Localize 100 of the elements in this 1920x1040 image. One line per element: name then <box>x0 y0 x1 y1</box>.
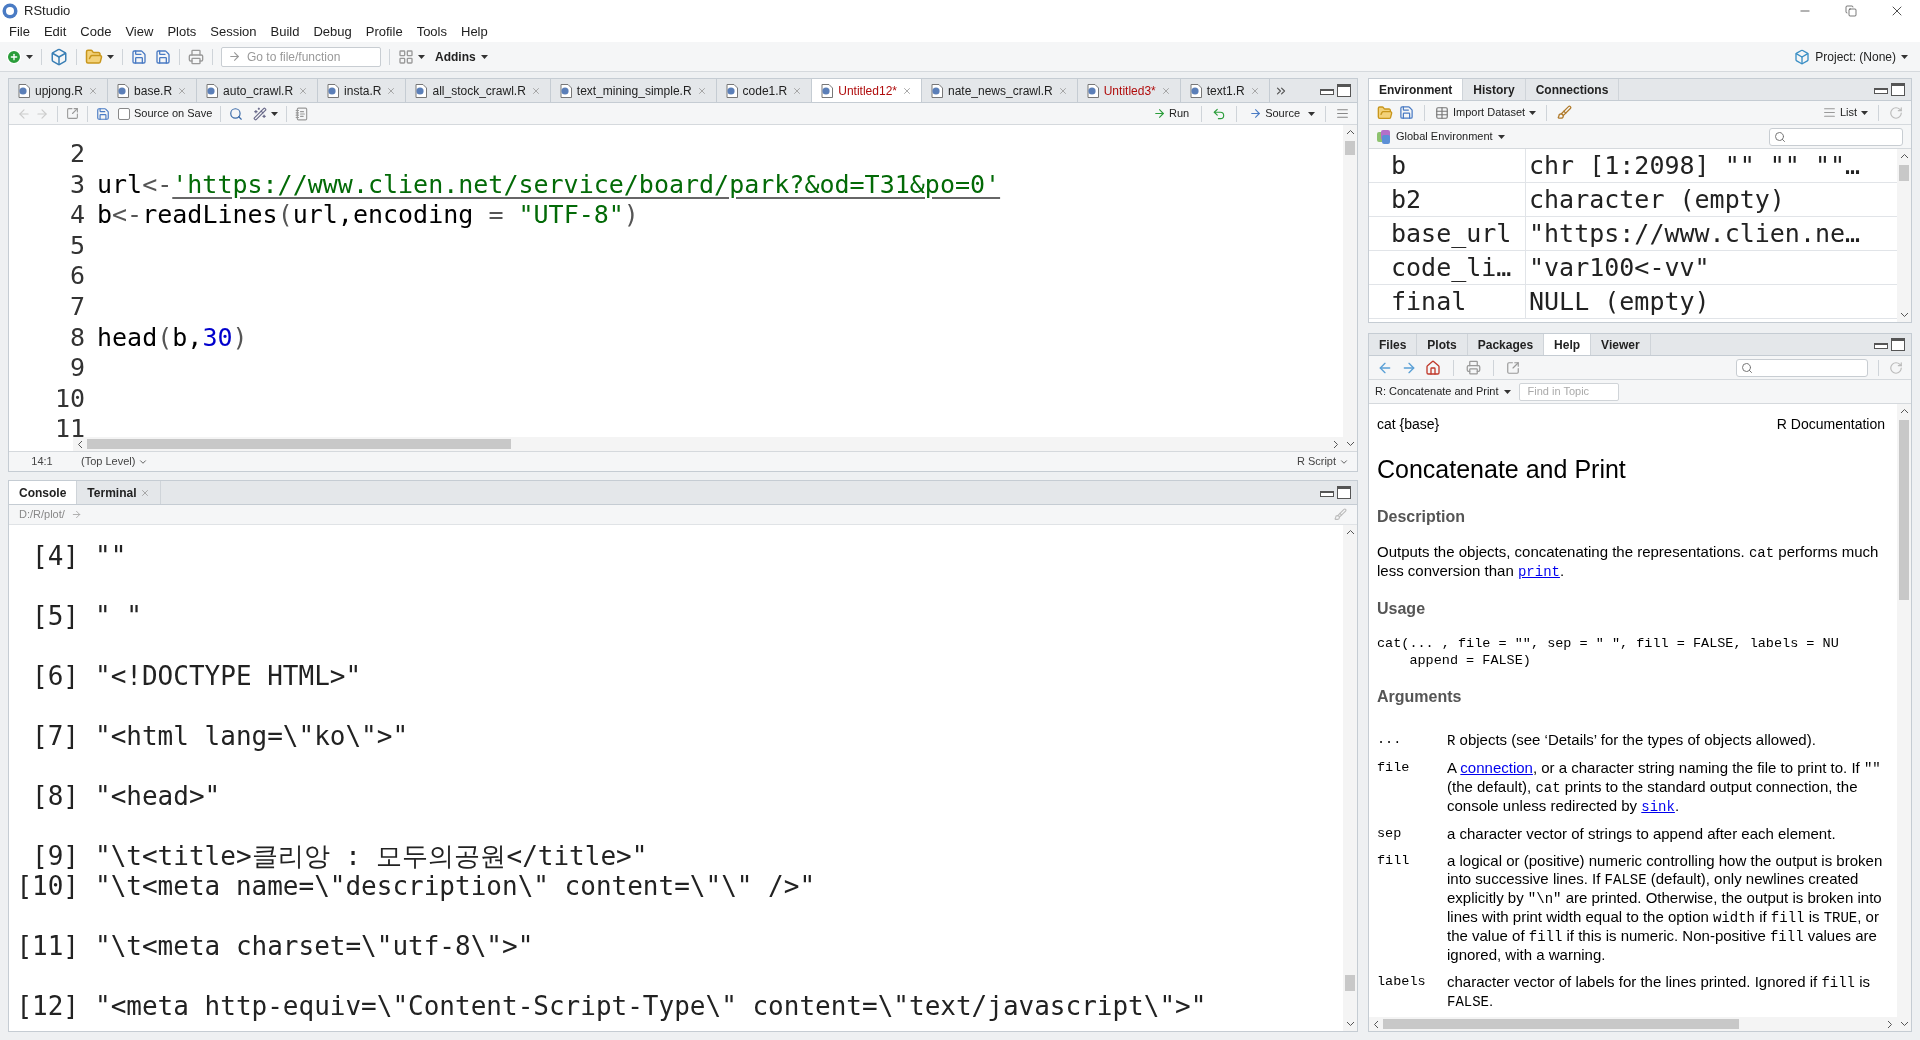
menu-item[interactable]: Build <box>263 22 307 42</box>
menu-item[interactable]: Plots <box>160 22 204 42</box>
scroll-down-icon[interactable] <box>1899 312 1909 318</box>
notebook-icon[interactable] <box>295 106 310 121</box>
usage-code: cat(... , file = "", sep = " ", fill = FALSE, labels = NU append = FALSE) <box>1377 634 1840 669</box>
close-tab-icon[interactable] <box>696 85 707 96</box>
refresh-icon[interactable] <box>1889 360 1903 375</box>
help-link[interactable]: sink <box>1641 798 1675 815</box>
scroll-left-icon[interactable] <box>1373 1019 1379 1029</box>
load-workspace-icon[interactable] <box>1377 104 1393 121</box>
search-field[interactable] <box>1736 358 1868 377</box>
scroll-right-icon[interactable] <box>1333 439 1339 449</box>
dropdown-caret-icon <box>1503 389 1511 394</box>
menu-item[interactable]: Code <box>73 22 119 42</box>
close-tab-icon[interactable] <box>177 85 188 96</box>
go-to-directory-icon[interactable] <box>70 509 82 520</box>
argument-description: A connection, or a character string naming the file to print to. If "" (the default), cat prints to the standard output connection, the console unless redirected by sink. <box>1447 758 1882 816</box>
new-file-icon[interactable] <box>6 48 22 65</box>
close-tab-icon[interactable] <box>1160 85 1171 96</box>
close-tab-icon[interactable] <box>530 85 541 96</box>
search-icon[interactable] <box>229 106 244 121</box>
output-index: [5] <box>31 601 79 631</box>
magic-wand-icon[interactable] <box>253 106 268 121</box>
scroll-up-icon[interactable] <box>1899 153 1909 159</box>
scroll-down-icon[interactable] <box>1345 441 1355 447</box>
maximize-pane-icon[interactable] <box>1891 338 1905 351</box>
editor-tab[interactable]: Untitled12* <box>812 79 922 102</box>
source-button[interactable]: Source <box>1247 105 1302 122</box>
scrollbar-thumb[interactable] <box>1899 420 1909 600</box>
back-icon[interactable] <box>17 106 31 121</box>
menu-item[interactable]: Tools <box>409 22 454 42</box>
scroll-up-icon[interactable] <box>1345 129 1355 135</box>
addins-menu[interactable]: Addins <box>435 47 488 66</box>
pane-layout-icon[interactable] <box>398 48 414 65</box>
save-icon[interactable] <box>131 48 147 65</box>
close-tab-icon[interactable] <box>386 85 397 96</box>
menu-item[interactable]: Debug <box>306 22 359 42</box>
output-index: [4] <box>31 541 79 571</box>
save-icon[interactable] <box>96 106 110 121</box>
scroll-down-icon[interactable] <box>1899 1021 1909 1027</box>
save-all-icon[interactable] <box>155 48 171 65</box>
run-button[interactable]: Run <box>1150 105 1192 122</box>
project-menu[interactable]: Project: (None) <box>1794 47 1908 66</box>
refresh-icon[interactable] <box>1889 105 1903 120</box>
menu-item[interactable]: File <box>2 22 37 42</box>
close-tab-icon[interactable] <box>1057 85 1068 96</box>
pane-tab[interactable]: Help <box>1544 334 1592 355</box>
close-tab-icon[interactable] <box>88 85 99 96</box>
scrollbar-thumb[interactable] <box>1383 1019 1739 1029</box>
menu-item[interactable]: Profile <box>358 22 410 42</box>
rerun-icon[interactable] <box>1212 106 1227 121</box>
maximize-pane-icon[interactable] <box>1337 486 1351 499</box>
help-topic-selector[interactable]: R: Concatenate and Print <box>1375 383 1511 400</box>
show-in-window-icon[interactable] <box>1506 360 1520 375</box>
outline-icon[interactable] <box>1336 107 1349 120</box>
scrollbar-thumb[interactable] <box>87 439 511 449</box>
pane-tab[interactable]: Console <box>9 481 78 504</box>
close-tab-icon[interactable] <box>1249 85 1260 96</box>
close-tab-icon[interactable] <box>792 85 803 96</box>
print-icon[interactable] <box>188 48 204 65</box>
source-on-save-checkbox[interactable]: Source on Save <box>118 105 213 122</box>
forward-icon[interactable] <box>35 106 49 121</box>
help-link[interactable]: connection <box>1460 758 1533 776</box>
help-link[interactable]: print <box>1517 563 1560 580</box>
maximize-pane-icon[interactable] <box>1891 83 1905 96</box>
r-file-icon <box>1086 83 1099 98</box>
clear-console-icon[interactable] <box>1334 508 1347 521</box>
close-tab-icon[interactable] <box>298 85 309 96</box>
menu-item[interactable]: View <box>118 22 161 42</box>
maximize-pane-icon[interactable] <box>1337 84 1351 97</box>
pane-tab[interactable]: Environment <box>1369 79 1464 100</box>
new-project-icon[interactable] <box>50 47 68 66</box>
menu-item[interactable]: Help <box>454 22 495 42</box>
scroll-right-icon[interactable] <box>1887 1019 1893 1029</box>
scroll-left-icon[interactable] <box>77 439 83 449</box>
menu-item[interactable]: Edit <box>36 22 74 42</box>
scroll-down-icon[interactable] <box>1345 1021 1355 1027</box>
argument-description: character vector of labels for the lines printed. Ignored if fill is FALSE. <box>1447 972 1871 1011</box>
search-field[interactable] <box>1769 127 1903 146</box>
print-icon[interactable] <box>1466 360 1481 375</box>
broom-icon[interactable] <box>1557 105 1573 120</box>
import-dataset-button[interactable]: Import Dataset <box>1435 104 1537 121</box>
scrollbar-thumb[interactable] <box>1345 141 1355 155</box>
help-section-heading: Description <box>1377 506 1466 527</box>
menu-item[interactable]: Session <box>203 22 264 42</box>
scrollbar-thumb[interactable] <box>1345 975 1355 991</box>
open-folder-icon[interactable] <box>85 47 103 66</box>
scope-selector[interactable]: (Top Level) <box>81 453 149 470</box>
save-workspace-icon[interactable] <box>1399 105 1414 120</box>
file-type-selector[interactable]: R Script <box>1296 453 1349 470</box>
environment-selector[interactable]: Global Environment <box>1377 128 1505 145</box>
scrollbar-thumb[interactable] <box>1899 165 1909 181</box>
close-tab-icon[interactable] <box>902 85 912 96</box>
scroll-up-icon[interactable] <box>1345 529 1355 535</box>
scroll-up-icon[interactable] <box>1899 408 1909 414</box>
view-mode-menu[interactable]: List <box>1822 104 1868 121</box>
close-tab-icon[interactable] <box>140 487 151 498</box>
show-in-window-icon[interactable] <box>66 107 79 120</box>
home-icon[interactable] <box>1425 359 1441 376</box>
r-file-icon <box>1189 83 1202 98</box>
